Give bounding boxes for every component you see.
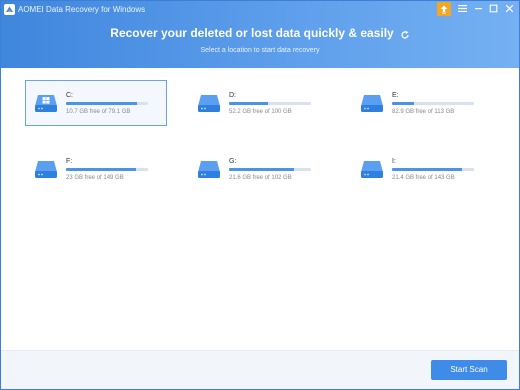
drive-letter: E: bbox=[392, 92, 399, 99]
drive-letter: F: bbox=[66, 158, 73, 165]
drive-item-f[interactable]: F: 23 GB free of 149 GB bbox=[25, 146, 167, 192]
drive-letter: I: bbox=[392, 158, 396, 165]
drive-usage-fill bbox=[66, 102, 137, 105]
app-logo-icon bbox=[4, 4, 15, 15]
minimize-icon bbox=[475, 7, 482, 9]
drive-usage-bar bbox=[229, 102, 311, 105]
hard-drive-icon bbox=[197, 93, 221, 113]
drive-usage-fill bbox=[392, 168, 462, 171]
drive-free-space: 23 GB free of 149 GB bbox=[66, 175, 124, 181]
upgrade-arrow-icon bbox=[440, 5, 448, 14]
hard-drive-icon bbox=[197, 159, 221, 179]
drive-letter: G: bbox=[229, 158, 237, 165]
drive-letter: C: bbox=[66, 92, 73, 99]
menu-button[interactable] bbox=[454, 1, 471, 15]
hard-drive-icon bbox=[360, 159, 384, 179]
headline-text: Recover your deleted or lost data quickl… bbox=[110, 26, 394, 40]
drive-item-c[interactable]: C: 10.7 GB free of 79.1 GB bbox=[25, 80, 167, 126]
drive-usage-bar bbox=[66, 102, 148, 105]
drive-letter: D: bbox=[229, 92, 236, 99]
title-bar: AOMEI Data Recovery for Windows bbox=[1, 1, 519, 19]
subtitle: Select a location to start data recovery bbox=[200, 47, 320, 54]
drive-usage-bar bbox=[392, 102, 474, 105]
drive-usage-bar bbox=[229, 168, 311, 171]
drive-usage-fill bbox=[229, 168, 294, 171]
menu-icon bbox=[458, 4, 467, 12]
drive-item-g[interactable]: G: 21.6 GB free of 102 GB bbox=[188, 146, 330, 192]
refresh-icon[interactable] bbox=[400, 29, 410, 39]
header-banner: AOMEI Data Recovery for Windows Recover … bbox=[1, 1, 519, 68]
drive-free-space: 52.2 GB free of 100 GB bbox=[229, 109, 292, 115]
headline: Recover your deleted or lost data quickl… bbox=[1, 26, 519, 41]
drive-usage-fill bbox=[66, 168, 136, 171]
close-icon bbox=[505, 4, 514, 12]
drive-usage-bar bbox=[392, 168, 474, 171]
drive-item-e[interactable]: E: 82.9 GB free of 113 GB bbox=[351, 80, 493, 126]
maximize-icon bbox=[489, 4, 498, 12]
drive-usage-fill bbox=[392, 102, 415, 105]
drive-item-d[interactable]: D: 52.2 GB free of 100 GB bbox=[188, 80, 330, 126]
drive-free-space: 21.4 GB free of 143 GB bbox=[392, 175, 455, 181]
hard-drive-icon bbox=[34, 159, 58, 179]
start-scan-button[interactable]: Start Scan bbox=[431, 360, 507, 380]
drive-free-space: 82.9 GB free of 113 GB bbox=[392, 109, 455, 115]
close-button[interactable] bbox=[501, 1, 518, 15]
hard-drive-icon bbox=[360, 93, 384, 113]
drive-item-i[interactable]: I: 21.4 GB free of 143 GB bbox=[351, 146, 493, 192]
hard-drive-icon bbox=[34, 93, 58, 113]
window-title: AOMEI Data Recovery for Windows bbox=[18, 5, 146, 14]
drive-usage-bar bbox=[66, 168, 148, 171]
app-window: AOMEI Data Recovery for Windows Recover … bbox=[0, 0, 520, 390]
drive-free-space: 10.7 GB free of 79.1 GB bbox=[66, 109, 131, 115]
maximize-button[interactable] bbox=[485, 1, 502, 15]
footer-bar: Start Scan bbox=[1, 350, 519, 389]
drive-free-space: 21.6 GB free of 102 GB bbox=[229, 175, 292, 181]
drive-usage-fill bbox=[229, 102, 269, 105]
upgrade-button[interactable] bbox=[437, 2, 451, 16]
